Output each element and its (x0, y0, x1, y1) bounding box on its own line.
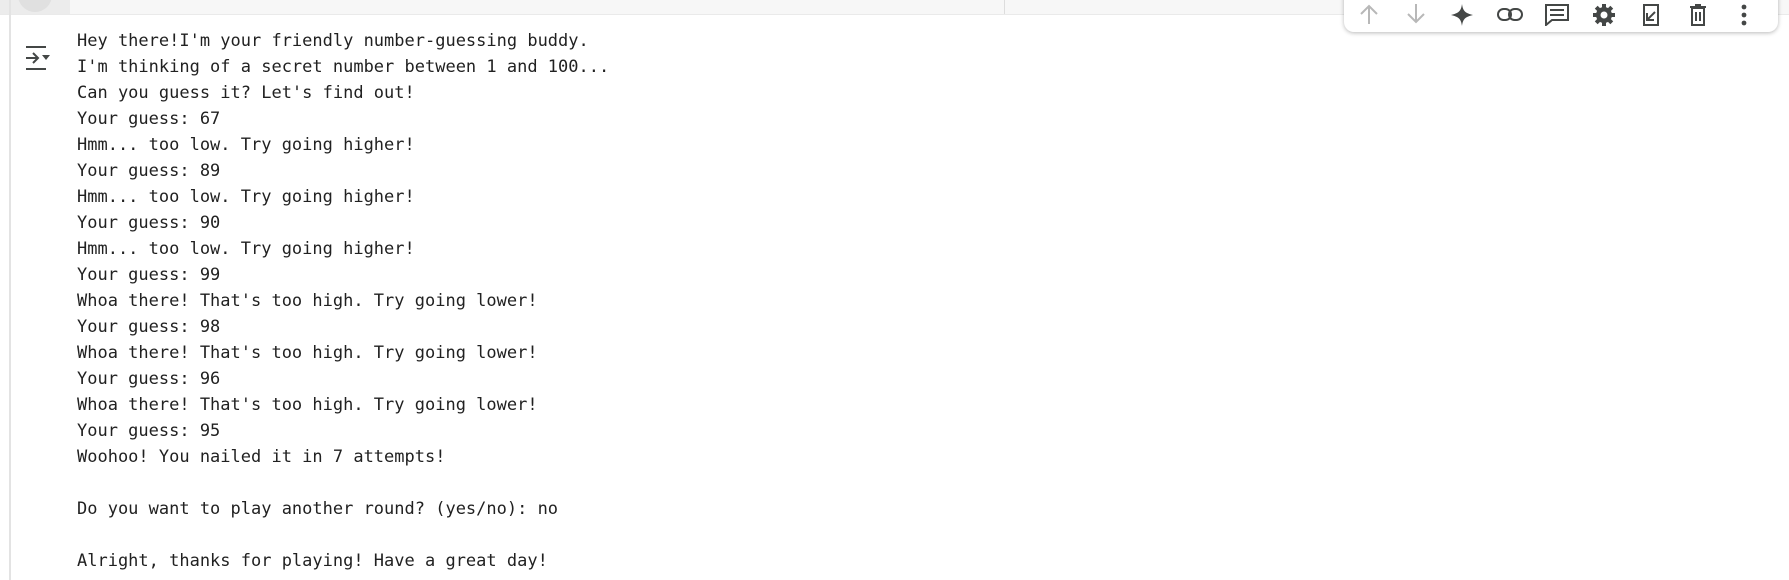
run-cell-button[interactable] (18, 0, 52, 12)
output-line: Do you want to play another round? (yes/… (77, 499, 559, 519)
output-line: Your guess: 89 (77, 161, 221, 181)
output-line: Your guess: 90 (77, 213, 221, 233)
delete-icon[interactable] (1685, 4, 1711, 26)
settings-gear-icon[interactable] (1591, 4, 1617, 26)
move-up-icon[interactable] (1356, 4, 1382, 26)
output-line: Your guess: 99 (77, 265, 221, 285)
output-line: Your guess: 67 (77, 109, 221, 129)
output-line: Hmm... too low. Try going higher! (77, 135, 415, 155)
output-line: Whoa there! That's too high. Try going l… (77, 343, 538, 363)
editor-divider (1004, 0, 1005, 14)
cell-output-text: Hey there!I'm your friendly number-guess… (77, 28, 609, 574)
link-icon[interactable] (1497, 4, 1523, 26)
output-line: Hmm... too low. Try going higher! (77, 187, 415, 207)
output-actions-icon[interactable] (24, 44, 56, 72)
output-line: Whoa there! That's too high. Try going l… (77, 395, 538, 415)
move-down-icon[interactable] (1403, 4, 1429, 26)
output-line: Your guess: 98 (77, 317, 221, 337)
more-vert-icon[interactable] (1731, 4, 1757, 26)
mirror-in-tab-icon[interactable] (1638, 4, 1664, 26)
comment-icon[interactable] (1544, 4, 1570, 28)
output-line: Hmm... too low. Try going higher! (77, 239, 415, 259)
cell-left-border (9, 0, 11, 580)
output-line: Your guess: 96 (77, 369, 221, 389)
output-line: Your guess: 95 (77, 421, 221, 441)
output-line: Can you guess it? Let's find out! (77, 83, 415, 103)
output-line: Whoa there! That's too high. Try going l… (77, 291, 538, 311)
output-line: Hey there!I'm your friendly number-guess… (77, 31, 589, 51)
output-line: Woohoo! You nailed it in 7 attempts! (77, 447, 446, 467)
output-line: Alright, thanks for playing! Have a grea… (77, 551, 548, 571)
gemini-sparkle-icon[interactable] (1449, 4, 1475, 26)
output-line: I'm thinking of a secret number between … (77, 57, 610, 77)
cell-toolbar (1344, 0, 1778, 32)
